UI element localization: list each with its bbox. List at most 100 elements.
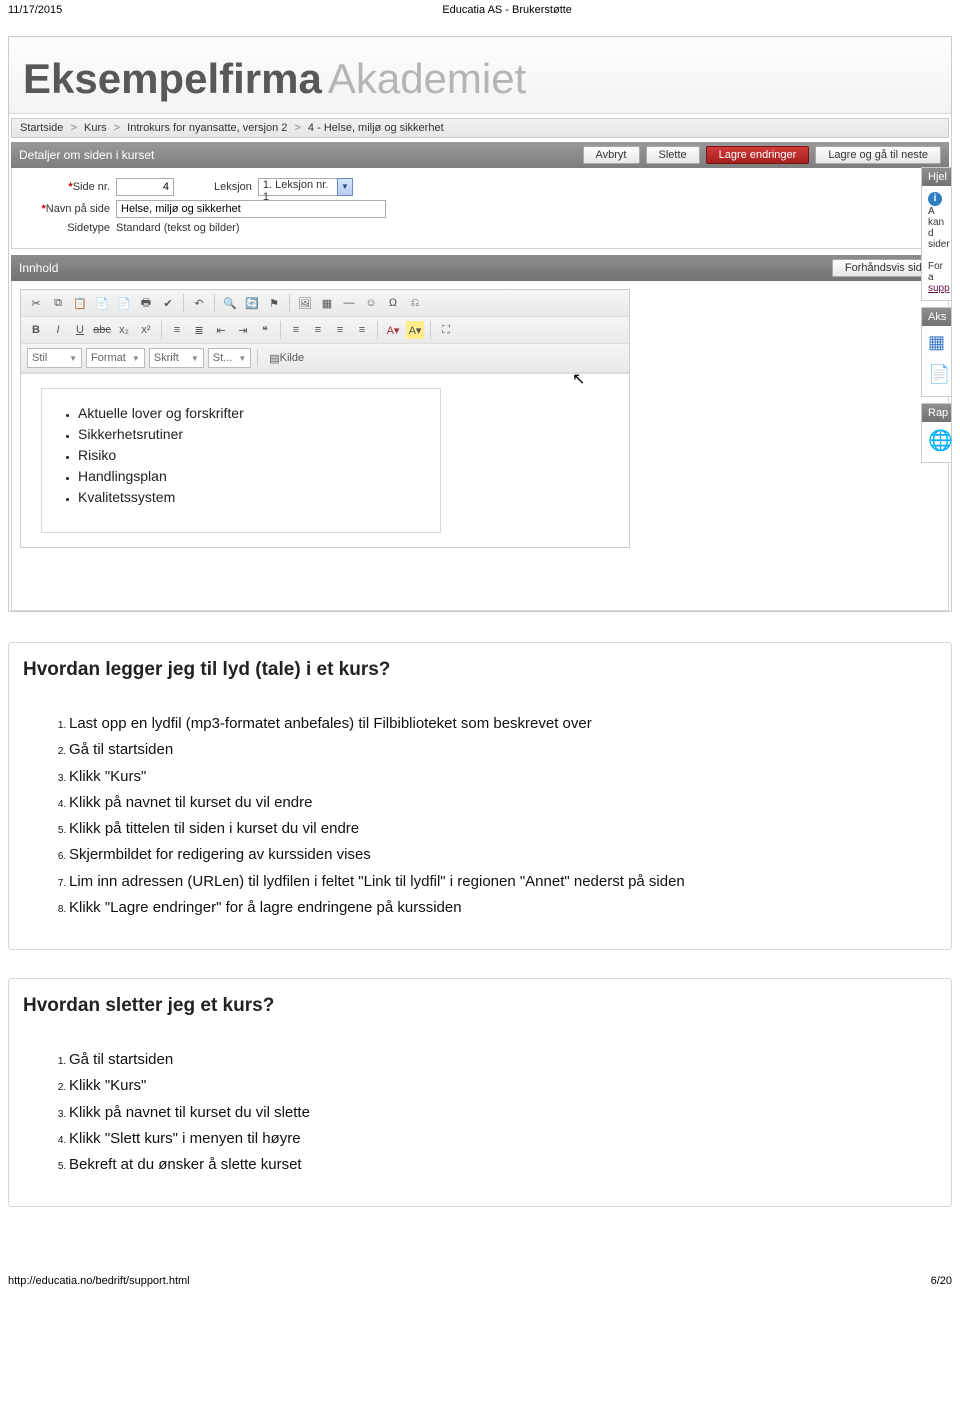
faq-block-audio: Hvordan legger jeg til lyd (tale) i et k… xyxy=(8,642,952,950)
copy-icon[interactable]: ⧉ xyxy=(49,294,67,312)
toolbar-row-1: ✂ ⧉ 📋 📄 📄 🖶 ✔ ↶ 🔍 🔄 ⚑ 🖼 ▦ — ☺ Ω ⎌ xyxy=(21,290,629,317)
print-title: Educatia AS - Brukerstøtte xyxy=(442,4,572,16)
doc-icon[interactable]: 📄 xyxy=(928,364,950,384)
quote-icon[interactable]: ❝ xyxy=(256,321,274,339)
crumb-2[interactable]: Kurs xyxy=(84,122,107,134)
paste-word-icon[interactable]: 📄 xyxy=(93,294,111,312)
save-button[interactable]: Lagre endringer xyxy=(706,146,810,164)
maximize-icon[interactable]: ⛶ xyxy=(437,321,455,339)
underline-icon[interactable]: U xyxy=(71,321,89,339)
image-icon[interactable]: 🖼 xyxy=(296,294,314,312)
table-icon[interactable]: ▦ xyxy=(318,294,336,312)
navn-label: *Navn på side xyxy=(20,203,110,215)
crumb-3[interactable]: Introkurs for nyansatte, versjon 2 xyxy=(127,122,287,134)
crumb-sep: > xyxy=(114,122,120,134)
report-panel-header: Rap xyxy=(922,404,951,422)
faq-step: Klikk på navnet til kurset du vil endre xyxy=(69,790,931,816)
toolbar-row-2: B I U abc x₂ x² ≡ ≣ ⇤ ⇥ ❝ ≡ ≡ ≡ ≡ A▾ A▾ xyxy=(21,317,629,344)
spell-icon[interactable]: ✔ xyxy=(159,294,177,312)
size-dropdown[interactable]: St...▼ xyxy=(208,348,251,368)
superscript-icon[interactable]: x² xyxy=(137,321,155,339)
italic-icon[interactable]: I xyxy=(49,321,67,339)
info-icon: i xyxy=(928,192,942,206)
faq-title: Hvordan sletter jeg et kurs? xyxy=(9,979,951,1033)
anchor-icon[interactable]: ⚑ xyxy=(265,294,283,312)
cancel-button[interactable]: Avbryt xyxy=(583,146,640,164)
hr-icon[interactable]: — xyxy=(340,294,358,312)
app-screenshot: EksempelfirmaAkademiet Startside > Kurs … xyxy=(8,36,952,612)
help-link[interactable]: supp xyxy=(928,283,950,294)
faq-step: Klikk "Lagre endringer" for å lagre endr… xyxy=(69,895,931,921)
faq-step: Last opp en lydfil (mp3-formatet anbefal… xyxy=(69,711,931,737)
crumb-sep: > xyxy=(294,122,300,134)
delete-button[interactable]: Slette xyxy=(646,146,700,164)
justify-icon[interactable]: ≡ xyxy=(353,321,371,339)
toolbar-row-3: Stil▼ Format▼ Skrift▼ St...▼ ▤ Kilde xyxy=(21,344,629,373)
list-item: Aktuelle lover og forskrifter xyxy=(78,403,422,424)
globe-icon[interactable]: 🌐 xyxy=(928,430,953,452)
content-header: Innhold Forhåndsvis side xyxy=(11,255,949,281)
help-text: A xyxy=(928,206,935,217)
align-left-icon[interactable]: ≡ xyxy=(287,321,305,339)
emoji-icon[interactable]: ☺ xyxy=(362,294,380,312)
save-next-button[interactable]: Lagre og gå til neste xyxy=(815,146,941,164)
faq-block-delete: Hvordan sletter jeg et kurs? Gå til star… xyxy=(8,978,952,1207)
strike-icon[interactable]: abc xyxy=(93,321,111,339)
textcolor-icon[interactable]: A▾ xyxy=(384,321,402,339)
footer-page: 6/20 xyxy=(931,1275,952,1287)
actions-panel: Aks ▦ 📄 xyxy=(921,307,951,397)
rich-text-editor: ✂ ⧉ 📋 📄 📄 🖶 ✔ ↶ 🔍 🔄 ⚑ 🖼 ▦ — ☺ Ω ⎌ xyxy=(20,289,630,548)
style-dropdown[interactable]: Stil▼ xyxy=(27,348,82,368)
faq-step: Klikk på tittelen til siden i kurset du … xyxy=(69,816,931,842)
faq-title: Hvordan legger jeg til lyd (tale) i et k… xyxy=(9,643,951,697)
replace-icon[interactable]: 🔄 xyxy=(243,294,261,312)
undo-icon[interactable]: ↶ xyxy=(190,294,208,312)
faq-step: Lim inn adressen (URLen) til lydfilen i … xyxy=(69,869,931,895)
align-right-icon[interactable]: ≡ xyxy=(331,321,349,339)
list-item: Sikkerhetsrutiner xyxy=(78,424,422,445)
print-icon[interactable]: 🖶 xyxy=(137,294,155,312)
subscript-icon[interactable]: x₂ xyxy=(115,321,133,339)
breadcrumb: Startside > Kurs > Introkurs for nyansat… xyxy=(11,118,949,138)
crumb-4: 4 - Helse, miljø og sikkerhet xyxy=(308,122,444,134)
ol-icon[interactable]: ≡ xyxy=(168,321,186,339)
help-panel: Hjel iA kan d sider For a supp xyxy=(921,167,951,301)
leksjon-select[interactable]: 1. Leksjon nr. 1 xyxy=(258,178,338,196)
faq-step: Klikk "Kurs" xyxy=(69,1073,931,1099)
navn-input[interactable] xyxy=(116,200,386,218)
cut-icon[interactable]: ✂ xyxy=(27,294,45,312)
paste-icon[interactable]: 📋 xyxy=(71,294,89,312)
sidetype-value: Standard (tekst og bilder) xyxy=(116,222,240,234)
editor-canvas[interactable]: Aktuelle lover og forskrifter Sikkerhets… xyxy=(21,373,629,547)
print-header: 11/17/2015 Educatia AS - Brukerstøtte xyxy=(0,0,960,36)
print-date: 11/17/2015 xyxy=(8,4,62,16)
font-dropdown[interactable]: Skrift▼ xyxy=(149,348,204,368)
actions-panel-header: Aks xyxy=(922,308,951,326)
bold-icon[interactable]: B xyxy=(27,321,45,339)
crumb-1[interactable]: Startside xyxy=(20,122,63,134)
help-text: sider xyxy=(928,239,950,250)
sidetype-label: Sidetype xyxy=(20,222,110,234)
pagebreak-icon[interactable]: ⎌ xyxy=(406,294,424,312)
format-dropdown[interactable]: Format▼ xyxy=(86,348,145,368)
form-block: *Side nr. Leksjon 1. Leksjon nr. 1▼ *Nav… xyxy=(11,168,949,249)
list-item: Handlingsplan xyxy=(78,466,422,487)
leksjon-label: Leksjon xyxy=(214,181,252,193)
faq-step: Klikk "Slett kurs" i menyen til høyre xyxy=(69,1126,931,1152)
indent-icon[interactable]: ⇥ xyxy=(234,321,252,339)
find-icon[interactable]: 🔍 xyxy=(221,294,239,312)
outdent-icon[interactable]: ⇤ xyxy=(212,321,230,339)
ul-icon[interactable]: ≣ xyxy=(190,321,208,339)
align-center-icon[interactable]: ≡ xyxy=(309,321,327,339)
omega-icon[interactable]: Ω xyxy=(384,294,402,312)
grid-icon[interactable]: ▦ xyxy=(928,332,945,352)
bgcolor-icon[interactable]: A▾ xyxy=(406,321,424,339)
panel-title: Detaljer om siden i kurset xyxy=(19,148,577,162)
paste-text-icon[interactable]: 📄 xyxy=(115,294,133,312)
faq-step: Klikk på navnet til kurset du vil slette xyxy=(69,1100,931,1126)
source-button[interactable]: ▤ Kilde xyxy=(264,349,309,367)
content-header-title: Innhold xyxy=(19,261,826,275)
sidenr-input[interactable] xyxy=(116,178,174,196)
faq-step: Gå til startsiden xyxy=(69,737,931,763)
chevron-down-icon[interactable]: ▼ xyxy=(337,178,353,196)
